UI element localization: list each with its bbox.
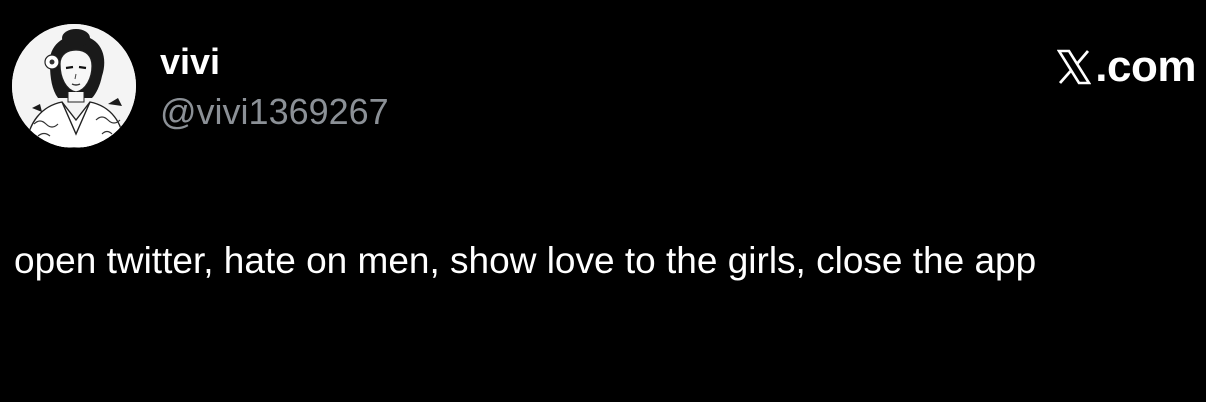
brand-watermark: .com — [1057, 44, 1196, 90]
post-text: open twitter, hate on men, show love to … — [14, 240, 1037, 281]
brand-label: .com — [1095, 42, 1196, 91]
author-display-name[interactable]: vivi — [160, 42, 220, 82]
tweet-card: vivi @vivi1369267 .com open twitter, hat… — [0, 0, 1206, 402]
avatar[interactable] — [12, 24, 136, 148]
profile-avatar-illustration-icon — [12, 24, 136, 148]
x-logo-icon — [1057, 49, 1092, 85]
author-handle[interactable]: @vivi1369267 — [160, 92, 389, 132]
